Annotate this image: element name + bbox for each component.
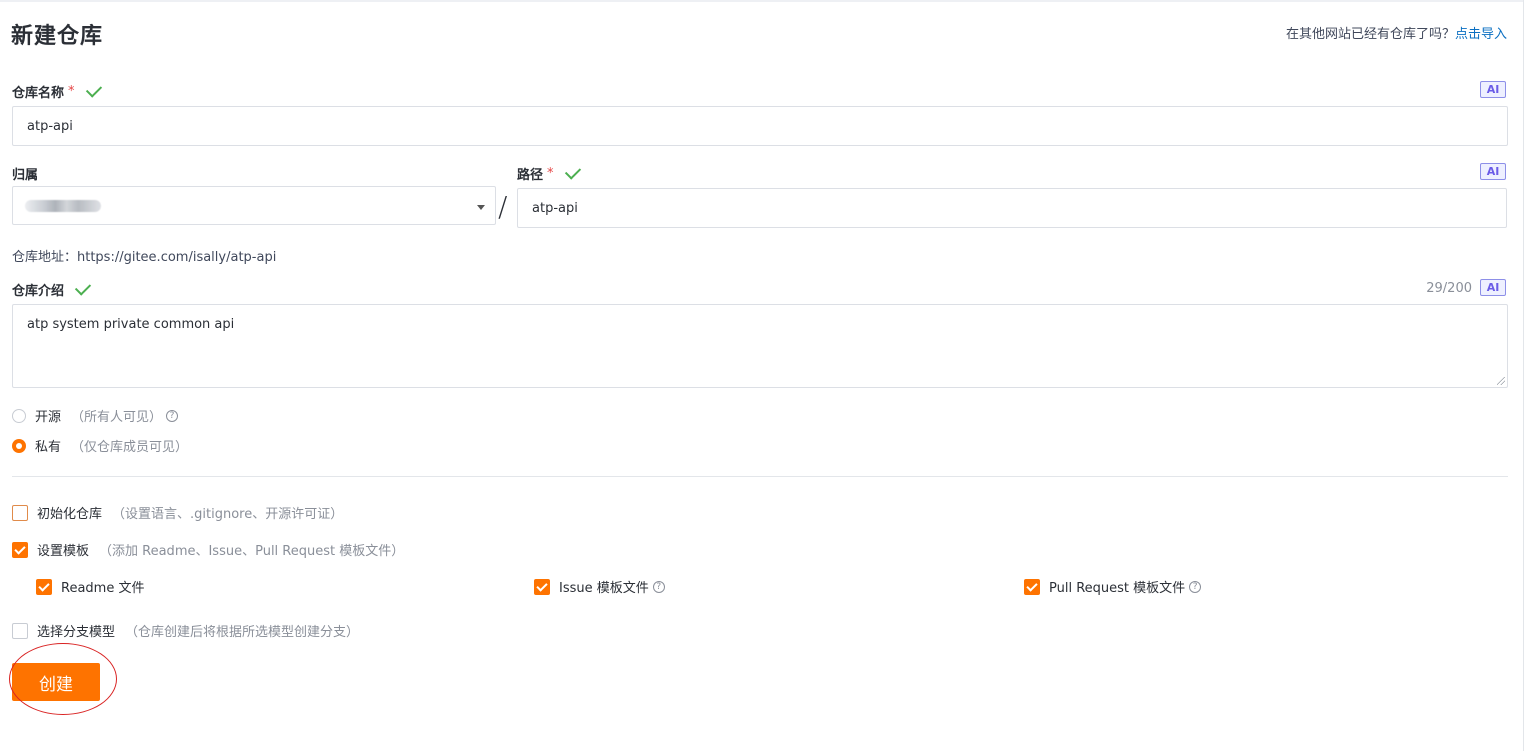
pull-request-checkbox[interactable] <box>1024 578 1040 595</box>
path-separator: / <box>498 190 508 223</box>
description-text: atp system private common api <box>27 317 235 332</box>
template-item-readme[interactable]: Readme 文件 <box>36 577 144 596</box>
create-button[interactable]: 创建 <box>12 663 100 701</box>
visibility-option-public[interactable]: 开源 （所有人可见） ? <box>12 406 179 425</box>
repo-name-input[interactable]: atp-api <box>12 106 1508 146</box>
required-mark: * <box>547 166 554 181</box>
templates-option[interactable]: 设置模板 （添加 Readme、Issue、Pull Request 模板文件） <box>12 540 404 559</box>
visibility-label: 开源 <box>35 410 62 425</box>
issue-checkbox[interactable] <box>534 578 550 595</box>
branch-model-hint: （仓库创建后将根据所选模型创建分支） <box>125 625 360 640</box>
init-repo-label: 初始化仓库 <box>37 507 103 522</box>
init-repo-hint: （设置语言、.gitignore、开源许可证） <box>112 507 344 522</box>
radio-public[interactable] <box>12 408 26 423</box>
chevron-down-icon <box>477 205 485 210</box>
help-icon[interactable]: ? <box>652 580 665 593</box>
branch-model-option[interactable]: 选择分支模型 （仓库创建后将根据所选模型创建分支） <box>12 621 359 640</box>
import-hint: 在其他网站已经有仓库了吗？点击导入 <box>1286 23 1507 42</box>
templates-hint: （添加 Readme、Issue、Pull Request 模板文件） <box>99 544 405 559</box>
visibility-option-private[interactable]: 私有 （仅仓库成员可见） <box>12 436 188 455</box>
path-label-text: 路径 <box>517 168 544 183</box>
ai-assist-button[interactable]: AI <box>1480 81 1506 98</box>
path-input[interactable]: atp-api <box>517 188 1507 228</box>
template-item-issue[interactable]: Issue 模板文件 ? <box>534 577 665 596</box>
valid-check-icon <box>564 163 581 180</box>
valid-check-icon <box>74 279 92 296</box>
valid-check-icon <box>85 81 102 98</box>
visibility-hint: （仅仓库成员可见） <box>71 440 189 455</box>
template-item-label: Issue 模板文件 <box>559 581 649 596</box>
repo-name-label: 仓库名称 * <box>12 81 102 101</box>
branch-model-label: 选择分支模型 <box>37 625 116 640</box>
help-icon[interactable]: ? <box>166 409 179 422</box>
templates-label: 设置模板 <box>37 544 90 559</box>
page-title: 新建仓库 <box>11 24 104 49</box>
template-item-label: Readme 文件 <box>61 581 145 596</box>
owner-avatar <box>25 200 101 212</box>
template-item-pull-request[interactable]: Pull Request 模板文件 ? <box>1024 577 1202 596</box>
repo-name-label-text: 仓库名称 <box>12 86 65 101</box>
top-border <box>0 0 1524 2</box>
char-counter: 29/200 <box>1426 281 1472 296</box>
ai-assist-button[interactable]: AI <box>1480 163 1506 180</box>
visibility-label: 私有 <box>35 440 62 455</box>
import-link[interactable]: 点击导入 <box>1455 27 1507 42</box>
owner-select[interactable] <box>12 186 496 225</box>
owner-label: 归属 <box>12 168 39 183</box>
description-textarea[interactable]: atp system private common api <box>12 304 1508 388</box>
description-label-text: 仓库介绍 <box>12 284 65 299</box>
template-item-label: Pull Request 模板文件 <box>1049 581 1186 596</box>
path-label: 路径 * <box>517 163 581 183</box>
visibility-hint: （所有人可见） <box>71 410 163 425</box>
help-icon[interactable]: ? <box>1189 580 1202 593</box>
init-repo-option[interactable]: 初始化仓库 （设置语言、.gitignore、开源许可证） <box>12 503 343 522</box>
readme-checkbox[interactable] <box>36 578 52 595</box>
resize-handle-icon[interactable] <box>1497 377 1505 385</box>
section-divider <box>12 476 1508 477</box>
init-repo-checkbox[interactable] <box>12 504 28 521</box>
import-prompt: 在其他网站已经有仓库了吗？ <box>1285 27 1455 42</box>
repo-address: 仓库地址：https://gitee.com/isally/atp-api <box>12 250 277 265</box>
required-mark: * <box>68 84 75 99</box>
radio-private[interactable] <box>12 438 26 453</box>
description-label: 仓库介绍 <box>12 279 92 299</box>
branch-model-checkbox[interactable] <box>12 622 28 639</box>
ai-assist-button[interactable]: AI <box>1480 279 1506 296</box>
templates-checkbox[interactable] <box>12 541 28 558</box>
